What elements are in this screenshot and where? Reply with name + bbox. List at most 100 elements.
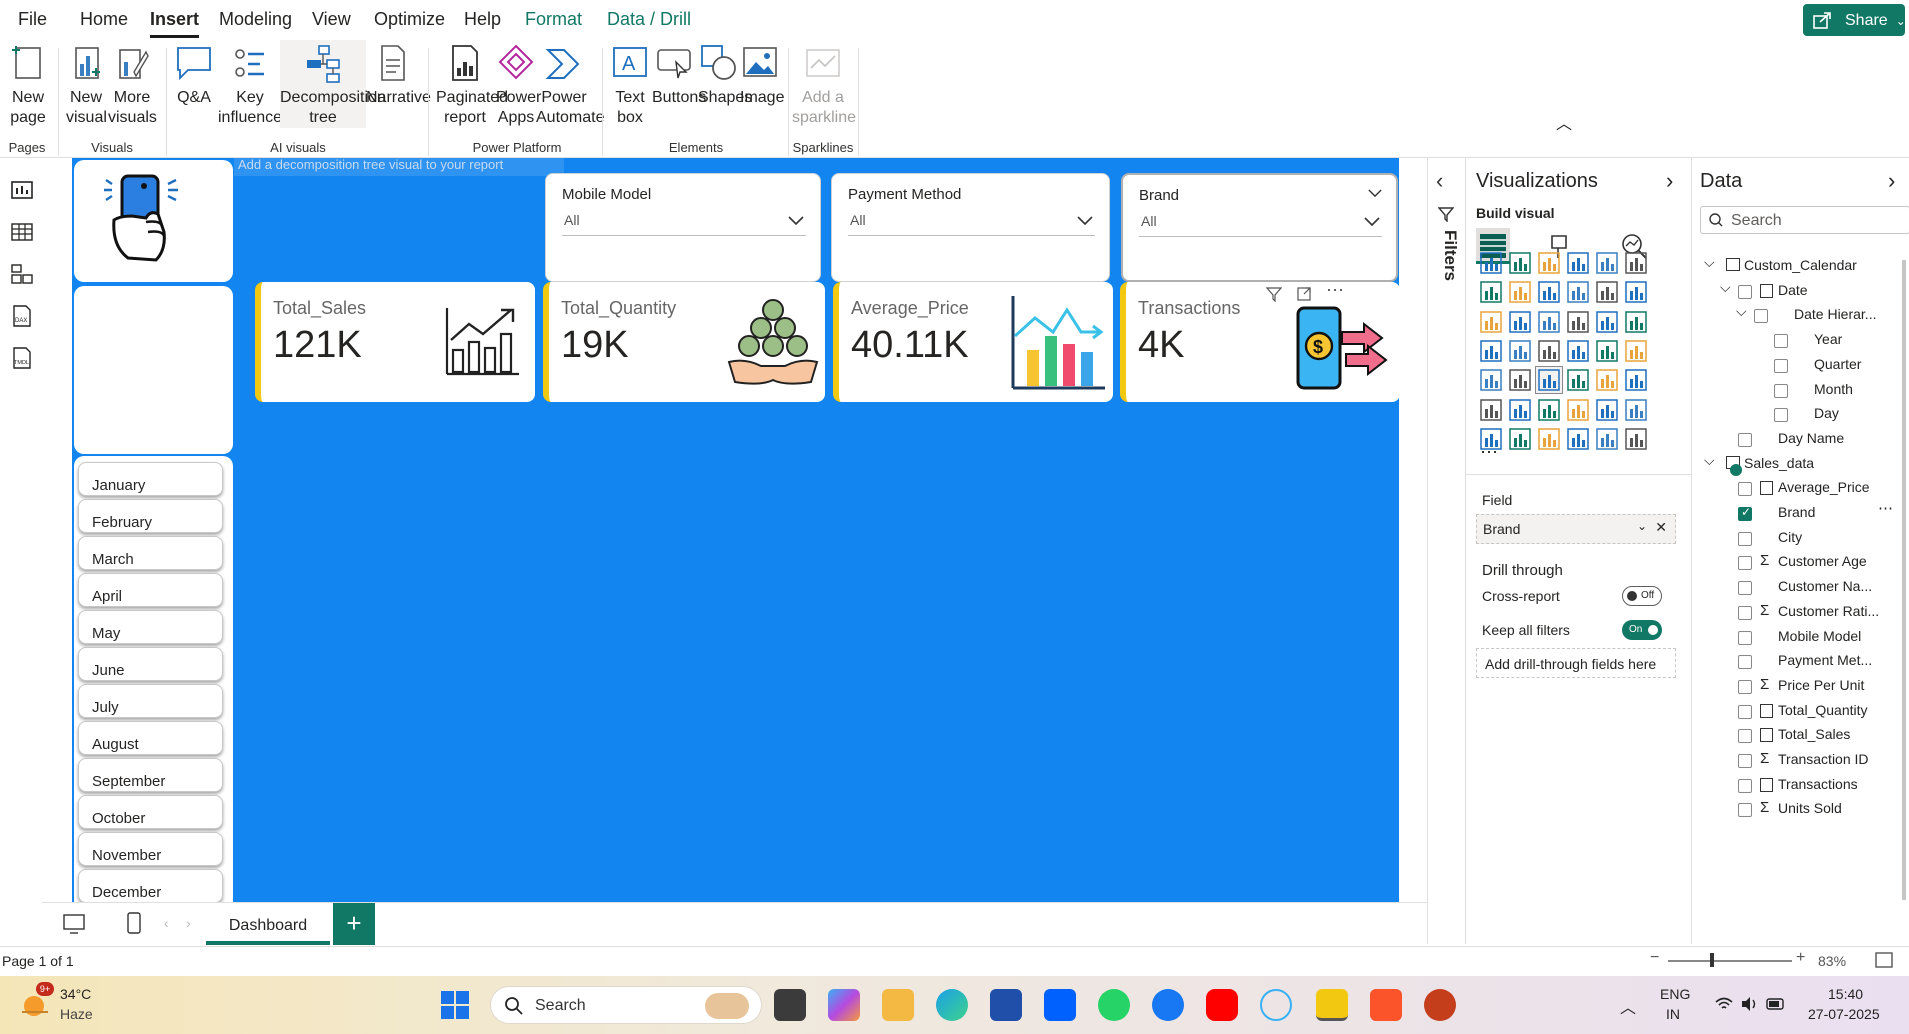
arrow-icon[interactable] <box>1623 426 1649 452</box>
field-checkbox[interactable] <box>1738 531 1752 546</box>
report-view-icon[interactable] <box>10 178 34 202</box>
key-influencers-button[interactable]: Key influencers <box>218 42 295 128</box>
azure-map-icon[interactable] <box>1565 338 1591 364</box>
chevron-down-icon[interactable]: ⌵ <box>1720 279 1731 296</box>
ribbon-chart-icon[interactable] <box>1478 309 1504 335</box>
collapse-chevron-icon[interactable]: › <box>1666 168 1673 194</box>
buttons-button[interactable]: Buttons <box>652 42 706 108</box>
field-checkbox[interactable] <box>1738 655 1752 670</box>
menu-optimize[interactable]: Optimize <box>374 9 445 30</box>
line-column-icon[interactable] <box>1594 279 1620 305</box>
menu-modeling[interactable]: Modeling <box>219 9 292 30</box>
waterfall-icon[interactable] <box>1507 309 1533 335</box>
line-chart-icon[interactable] <box>1478 279 1504 305</box>
field-average-price[interactable]: Average_Price <box>1692 478 1902 500</box>
month-button-august[interactable]: August <box>78 721 223 755</box>
100-stacked-bar-icon[interactable] <box>1594 250 1620 276</box>
field-total-quantity[interactable]: Total_Quantity <box>1692 701 1902 723</box>
table-icon[interactable] <box>1565 367 1591 393</box>
table-view-icon[interactable] <box>10 220 34 244</box>
clustered-bar-icon[interactable] <box>1536 250 1562 276</box>
field-transaction-id[interactable]: Σ Transaction ID <box>1692 750 1902 772</box>
field-day[interactable]: Day <box>1692 404 1902 426</box>
model-view-icon[interactable] <box>10 262 34 286</box>
line-clustered-column-icon[interactable] <box>1623 279 1649 305</box>
zoom-out-icon[interactable]: − <box>1650 949 1659 967</box>
field-customer-age[interactable]: Σ Customer Age <box>1692 552 1902 574</box>
qa-icon[interactable] <box>1565 397 1591 423</box>
trophy-icon[interactable] <box>1623 397 1649 423</box>
zoom-slider[interactable] <box>1668 960 1792 962</box>
slicer-brand[interactable]: Brand All <box>1121 173 1398 282</box>
data-search-box[interactable]: Search <box>1700 206 1909 234</box>
stacked-bar-icon[interactable] <box>1478 250 1504 276</box>
new-visual-button[interactable]: New visual <box>66 42 107 128</box>
power-bi-icon[interactable] <box>1316 989 1348 1021</box>
field-checkbox[interactable] <box>1738 803 1752 818</box>
slicer-icon[interactable] <box>1535 366 1563 395</box>
edge-browser-icon[interactable] <box>936 989 968 1021</box>
slicer-dropdown[interactable]: All <box>1139 213 1382 237</box>
powerpoint-icon[interactable] <box>1424 989 1456 1021</box>
field-checkbox[interactable] <box>1754 309 1768 324</box>
desktop-layout-icon[interactable] <box>62 913 86 935</box>
new-slicer-icon[interactable] <box>1536 426 1562 452</box>
field-date-hierar-[interactable]: ⌵ Date Hierar... <box>1692 303 1902 327</box>
mobile-layout-icon[interactable] <box>126 911 142 935</box>
slicer-mobile-model[interactable]: Mobile Model All <box>545 173 821 282</box>
field-price-per-unit[interactable]: Σ Price Per Unit <box>1692 676 1902 698</box>
month-button-february[interactable]: February <box>78 499 223 533</box>
power-automate-button[interactable]: Power Automate <box>536 42 604 128</box>
field-checkbox[interactable] <box>1774 408 1788 423</box>
zoom-slider-thumb[interactable] <box>1710 953 1714 967</box>
add-sparkline-button[interactable]: Add a sparkline <box>792 42 856 128</box>
field-checkbox[interactable] <box>1738 605 1752 620</box>
slicer-payment-method[interactable]: Payment Method All <box>831 173 1110 282</box>
page-tab-dashboard[interactable]: Dashboard <box>206 903 330 945</box>
clustered-column-icon[interactable] <box>1565 250 1591 276</box>
text-box-button[interactable]: A Text box <box>610 42 650 128</box>
cross-report-toggle[interactable]: Off <box>1622 586 1662 606</box>
windows-start-icon[interactable] <box>440 990 470 1020</box>
area-chart-icon[interactable] <box>1507 279 1533 305</box>
treemap-icon[interactable] <box>1478 338 1504 364</box>
scrollbar[interactable] <box>1902 260 1906 900</box>
field-checkbox[interactable] <box>1738 679 1752 694</box>
map-icon[interactable] <box>1507 338 1533 364</box>
field-total-sales[interactable]: Total_Sales <box>1692 725 1902 747</box>
field-transactions[interactable]: Transactions <box>1692 775 1902 797</box>
volume-icon[interactable] <box>1740 996 1758 1012</box>
image-button[interactable]: Image <box>740 42 784 108</box>
field-well-brand[interactable]: Brand ⌄ ✕ <box>1476 514 1676 544</box>
chevron-down-icon[interactable]: ⌵ <box>1704 452 1715 469</box>
zoom-in-icon[interactable]: + <box>1796 949 1805 967</box>
narrative-button[interactable]: Narrative <box>366 42 431 108</box>
menu-insert[interactable]: Insert <box>150 9 200 38</box>
more-visuals-ellipsis-icon[interactable]: ⋯ <box>1480 442 1498 463</box>
scatter-icon[interactable] <box>1565 309 1591 335</box>
pie-chart-icon[interactable] <box>1594 309 1620 335</box>
new-page-button[interactable]: New page <box>6 42 50 128</box>
matrix-icon[interactable] <box>1594 367 1620 393</box>
show-hidden-icons-icon[interactable]: ︿ <box>1620 994 1636 1018</box>
month-button-march[interactable]: March <box>78 536 223 570</box>
keep-filters-toggle[interactable]: On <box>1622 620 1662 640</box>
month-button-january[interactable]: January <box>78 462 223 496</box>
funnel-icon[interactable] <box>1536 309 1562 335</box>
collapse-chevron-icon[interactable]: › <box>1888 168 1895 194</box>
collapse-chevron-icon[interactable]: ‹ <box>1436 168 1443 194</box>
wifi-icon[interactable] <box>1714 996 1734 1012</box>
field-checkbox[interactable] <box>1738 432 1752 447</box>
brave-browser-icon[interactable] <box>1370 989 1402 1021</box>
field-payment-met-[interactable]: Payment Met... <box>1692 651 1902 673</box>
chevron-down-icon[interactable]: ⌵ <box>1704 254 1715 271</box>
power-apps-button[interactable]: Power Apps <box>496 42 541 128</box>
menu-format[interactable]: Format <box>525 9 582 30</box>
stacked-column-icon[interactable] <box>1507 250 1533 276</box>
field-checkbox[interactable] <box>1738 778 1752 793</box>
remove-field-icon[interactable]: ✕ <box>1655 519 1667 536</box>
menu-view[interactable]: View <box>312 9 351 30</box>
file-explorer-icon[interactable] <box>882 989 914 1021</box>
field-quarter[interactable]: Quarter <box>1692 355 1902 377</box>
kpi-card-total-quantity[interactable]: Total_Quantity 19K <box>543 282 825 402</box>
